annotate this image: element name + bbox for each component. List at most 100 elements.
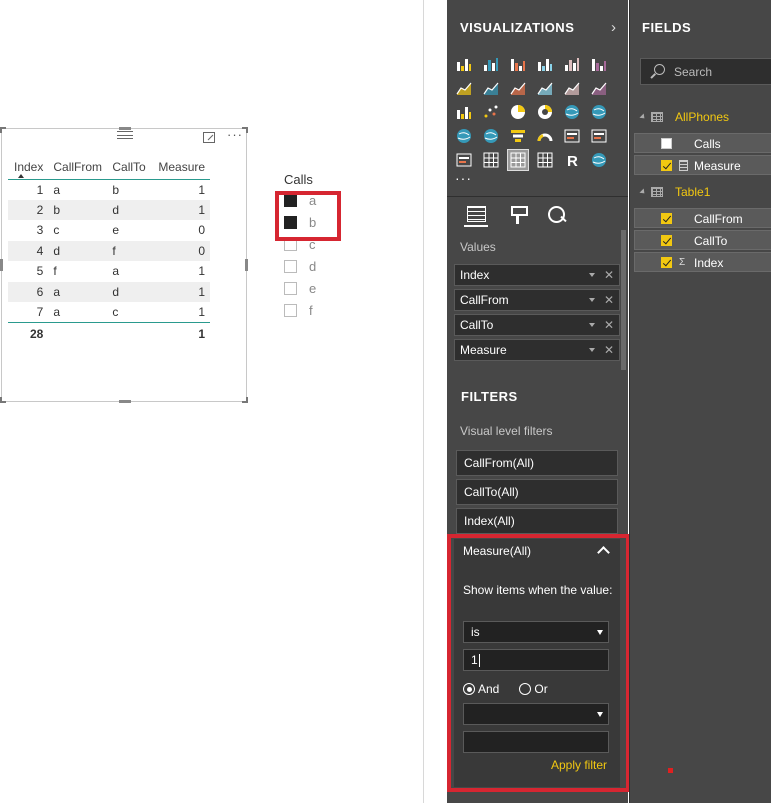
field-label: Index: [694, 256, 724, 270]
area-chart-icon[interactable]: [481, 78, 501, 98]
clustered-column-chart-icon[interactable]: [535, 54, 555, 74]
field-label: CallTo: [694, 234, 728, 248]
resize-handle-top[interactable]: [119, 127, 131, 130]
table-name: AllPhones: [675, 110, 730, 124]
table-icon[interactable]: [507, 149, 529, 171]
column-header-index[interactable]: Index: [8, 155, 48, 179]
column-header-callfrom[interactable]: CallFrom: [48, 155, 107, 179]
chevron-down-icon[interactable]: [589, 348, 595, 352]
resize-handle-left[interactable]: [0, 259, 3, 271]
filter-card-callto[interactable]: CallTo(All): [456, 479, 618, 505]
value-well-callfrom[interactable]: CallFrom ✕: [454, 289, 620, 311]
resize-handle-bottom-right[interactable]: [242, 397, 248, 403]
field-callto[interactable]: CallTo: [634, 230, 771, 250]
cell-index: 4: [8, 240, 49, 261]
line-clustered-column-chart-icon[interactable]: [562, 78, 582, 98]
resize-handle-right[interactable]: [245, 259, 248, 271]
analytics-magnifier-icon[interactable]: [545, 203, 569, 227]
globe-icon[interactable]: [589, 150, 609, 170]
field-checkbox[interactable]: [661, 160, 672, 171]
field-checkbox[interactable]: [661, 235, 672, 246]
pie-chart-icon[interactable]: [508, 102, 528, 122]
fields-tab-icon[interactable]: [464, 203, 488, 227]
slicer-checkbox[interactable]: [284, 259, 297, 273]
expand-triangle-icon[interactable]: [639, 188, 647, 196]
more-visuals-icon[interactable]: ···: [455, 170, 472, 186]
table-table1[interactable]: Table1: [639, 183, 710, 201]
column-header-measure[interactable]: Measure: [153, 155, 210, 179]
more-options-icon[interactable]: ···: [227, 127, 243, 142]
stacked-column-chart-icon[interactable]: [481, 54, 501, 74]
field-checkbox[interactable]: [661, 138, 672, 149]
table-row: 7a c 1: [8, 302, 210, 323]
slicer-checkbox[interactable]: [284, 303, 297, 317]
close-icon[interactable]: ✕: [604, 318, 614, 332]
value-well-index[interactable]: Index ✕: [454, 264, 620, 286]
line-column-chart-icon[interactable]: [535, 78, 555, 98]
field-checkbox[interactable]: [661, 257, 672, 268]
format-paint-roller-icon[interactable]: [506, 203, 530, 227]
resize-handle-top-left[interactable]: [0, 127, 6, 133]
clustered-bar-chart-icon[interactable]: [508, 54, 528, 74]
scrollbar[interactable]: [621, 230, 626, 370]
multi-row-card-icon[interactable]: [589, 126, 609, 146]
slicer-item-e[interactable]: e: [278, 277, 348, 299]
line-chart-icon[interactable]: [454, 78, 474, 98]
100-stacked-bar-chart-icon[interactable]: [562, 54, 582, 74]
shape-map-icon[interactable]: [481, 126, 501, 146]
chevron-down-icon[interactable]: [589, 323, 595, 327]
chevron-down-icon[interactable]: [589, 273, 595, 277]
table-visual[interactable]: ··· Index CallFrom CallTo Measure 1ab1 2…: [0, 127, 248, 403]
field-measure[interactable]: Measure: [634, 155, 771, 175]
field-checkbox[interactable]: [661, 213, 672, 224]
value-well-measure[interactable]: Measure ✕: [454, 339, 620, 361]
r-visual-icon[interactable]: R: [562, 150, 582, 170]
total-index: 28: [30, 326, 44, 341]
chevron-down-icon[interactable]: [589, 298, 595, 302]
close-icon[interactable]: ✕: [604, 343, 614, 357]
drag-grip-icon[interactable]: [117, 131, 133, 139]
close-icon[interactable]: ✕: [604, 293, 614, 307]
chevron-right-icon[interactable]: ›: [611, 19, 616, 36]
gauge-icon[interactable]: [535, 126, 555, 146]
treemap-icon[interactable]: [562, 102, 582, 122]
filter-card-callfrom[interactable]: CallFrom(All): [456, 450, 618, 476]
kpi-icon[interactable]: [454, 150, 474, 170]
field-callfrom[interactable]: CallFrom: [634, 208, 771, 228]
cell-measure: 1: [198, 305, 206, 319]
scatter-chart-icon[interactable]: [481, 102, 501, 122]
matrix-icon[interactable]: [535, 150, 555, 170]
stacked-area-chart-icon[interactable]: [508, 78, 528, 98]
fields-search-input[interactable]: Search: [640, 58, 771, 85]
total-empty: [107, 323, 153, 345]
funnel-icon[interactable]: [508, 126, 528, 146]
slicer-item-f[interactable]: f: [278, 299, 348, 321]
resize-handle-bottom[interactable]: [119, 400, 131, 403]
slicer-item-d[interactable]: d: [278, 255, 348, 277]
slicer-icon[interactable]: [481, 150, 501, 170]
close-icon[interactable]: ✕: [604, 268, 614, 282]
table-allphones[interactable]: AllPhones: [639, 108, 730, 126]
cell-callfrom: a: [53, 182, 61, 197]
field-calls[interactable]: Calls: [634, 133, 771, 153]
ribbon-chart-icon[interactable]: [589, 78, 609, 98]
cell-measure: 0: [198, 223, 206, 238]
value-well-callto[interactable]: CallTo ✕: [454, 314, 620, 336]
cell-callfrom: c: [53, 223, 60, 238]
slicer-checkbox[interactable]: [284, 281, 297, 295]
filled-map-icon[interactable]: [454, 126, 474, 146]
cell-index: 5: [36, 264, 44, 279]
fields-pane: FIELDS Search AllPhones Calls Measure Ta…: [629, 0, 771, 803]
waterfall-chart-icon[interactable]: [454, 102, 474, 122]
map-icon[interactable]: [589, 102, 609, 122]
card-icon[interactable]: [562, 126, 582, 146]
donut-chart-icon[interactable]: [535, 102, 555, 122]
stacked-bar-chart-icon[interactable]: [454, 54, 474, 74]
focus-mode-icon[interactable]: [203, 132, 215, 143]
resize-handle-bottom-left[interactable]: [0, 397, 6, 403]
field-index[interactable]: Σ Index: [634, 252, 771, 272]
expand-triangle-icon[interactable]: [639, 113, 647, 121]
filter-card-index[interactable]: Index(All): [456, 508, 618, 534]
column-header-callto[interactable]: CallTo: [107, 155, 153, 179]
100-stacked-column-chart-icon[interactable]: [589, 54, 609, 74]
